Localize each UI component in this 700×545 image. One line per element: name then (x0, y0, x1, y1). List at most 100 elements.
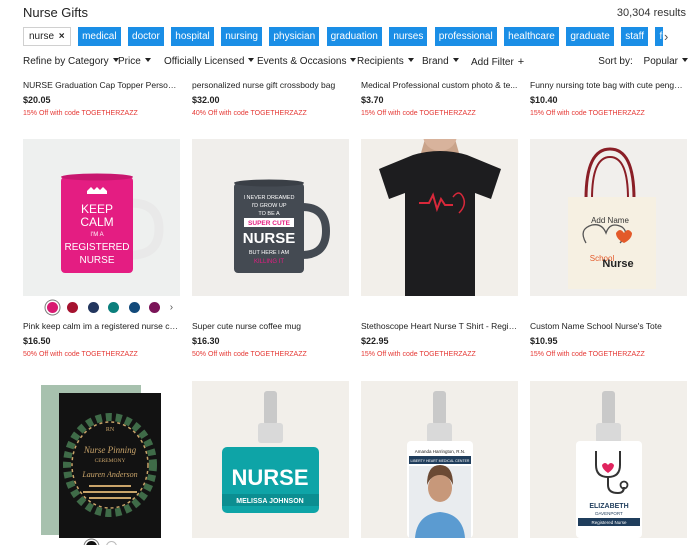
product-card[interactable]: Stethoscope Heart Nurse T Shirt - Regist… (361, 321, 518, 358)
mug-text: SUPER CUTE (248, 220, 291, 227)
filter-brand[interactable]: Brand (422, 56, 459, 67)
mug-text: CALM (80, 215, 113, 229)
product-image-tshirt[interactable] (361, 139, 518, 296)
tshirt-illustration (361, 139, 518, 296)
color-swatch[interactable] (108, 302, 120, 314)
badge-text: ELIZABETH (589, 503, 628, 510)
tag-chip[interactable]: medical (78, 27, 121, 46)
mug-text: NURSE (243, 230, 296, 247)
tag-chip[interactable]: professional (434, 27, 497, 46)
product-price: $10.95 (530, 336, 558, 346)
caret-down-icon (144, 58, 151, 62)
product-image-photo-badge[interactable]: Amanda Harrington, R.N. LIBERTY HEART ME… (361, 381, 518, 538)
promo-text: 15% Off with code TOGETHERZAZZ (530, 110, 645, 117)
tag-chip-bar: nurse × medical doctor hospital nursing … (23, 27, 663, 47)
color-swatch[interactable] (87, 302, 99, 314)
product-name[interactable]: NURSE Graduation Cap Topper Personal... (23, 80, 180, 92)
add-filter-button[interactable]: Add Filter + (471, 56, 524, 68)
filter-events[interactable]: Events & Occasions (257, 56, 357, 67)
product-name[interactable]: personalized nurse gift crossbody bag (192, 80, 349, 92)
badge-illustration: ELIZABETH DAVENPORT Registered Nurse (530, 381, 687, 538)
mug-text: REGISTERED (64, 242, 129, 253)
tag-chip[interactable]: physician (269, 27, 320, 46)
product-name[interactable]: Super cute nurse coffee mug (192, 321, 349, 333)
product-name[interactable]: Custom Name School Nurse's Tote (530, 321, 687, 333)
tag-chip[interactable]: doctor (128, 27, 164, 46)
promo-text: 40% Off with code TOGETHERZAZZ (192, 110, 307, 117)
plus-icon: + (517, 56, 525, 68)
tag-chip[interactable]: hospital (171, 27, 214, 46)
sort-label: Sort by: (598, 56, 633, 67)
tag-chip[interactable]: nurses (389, 27, 428, 46)
badge-illustration: Amanda Harrington, R.N. LIBERTY HEART ME… (361, 381, 518, 538)
tag-chip[interactable]: graduate (566, 27, 614, 46)
product-card[interactable]: Pink keep calm im a registered nurse co.… (23, 321, 180, 358)
product-image-grey-mug[interactable]: I NEVER DREAMED I'D GROW UP TO BE A SUPE… (192, 139, 349, 296)
color-swatch[interactable] (128, 302, 140, 314)
caret-down-icon (682, 58, 688, 62)
page-title: Nurse Gifts (23, 5, 89, 20)
caret-down-icon (407, 58, 414, 62)
product-price: $16.30 (192, 336, 220, 346)
promo-text: 50% Off with code TOGETHERZAZZ (23, 351, 138, 358)
promo-text: 15% Off with code TOGETHERZAZZ (361, 351, 476, 358)
color-swatch[interactable] (47, 302, 58, 314)
tag-chip[interactable]: graduation (326, 27, 382, 46)
mug-text: I'D GROW UP (252, 203, 287, 209)
product-name[interactable]: Medical Professional custom photo & te..… (361, 80, 518, 92)
tag-chip[interactable]: funny (655, 27, 663, 46)
mug-text: I'M A (90, 232, 103, 238)
product-image-nurse-badge[interactable]: NURSE MELISSA JOHNSON (192, 381, 349, 538)
product-card[interactable]: Medical Professional custom photo & te..… (361, 80, 518, 117)
badge-text: LIBERTY HEART MEDICAL CENTER (411, 459, 470, 463)
mug-text: TO BE A (258, 211, 280, 217)
tote-text: Add Name (591, 216, 629, 225)
mug-text: NURSE (79, 255, 114, 266)
tag-chip[interactable]: staff (621, 27, 648, 46)
product-name[interactable]: Pink keep calm im a registered nurse co.… (23, 321, 180, 333)
invitation-text: Nurse Pinning (83, 445, 137, 455)
results-count: 30,304 results (616, 7, 686, 19)
tag-chip[interactable]: healthcare (504, 27, 559, 46)
tag-chip[interactable]: nursing (221, 27, 262, 46)
chevron-right-icon[interactable]: › (170, 302, 173, 313)
product-image-invitation[interactable]: RN Nurse Pinning CEREMONY Lauren Anderso… (23, 381, 180, 538)
color-swatch[interactable] (86, 541, 97, 545)
close-icon[interactable]: × (59, 31, 65, 42)
product-card[interactable]: Super cute nurse coffee mug $16.30 50% O… (192, 321, 349, 358)
product-image-stethoscope-badge[interactable]: ELIZABETH DAVENPORT Registered Nurse (530, 381, 687, 538)
header: Nurse Gifts 30,304 results (0, 0, 700, 26)
color-swatches (86, 538, 122, 545)
sort-value: Popular (643, 56, 678, 67)
promo-text: 15% Off with code TOGETHERZAZZ (23, 110, 138, 117)
product-image-pink-mug[interactable]: KEEP CALM I'M A REGISTERED NURSE (23, 139, 180, 296)
tote-text: Nurse (602, 258, 633, 270)
color-swatch[interactable] (149, 302, 161, 314)
sort-control[interactable]: Sort by: Popular (598, 56, 688, 67)
filter-licensed[interactable]: Officially Licensed (164, 56, 255, 67)
invitation-text: Lauren Anderson (81, 470, 137, 479)
badge-text: DAVENPORT (595, 511, 623, 516)
active-search-chip[interactable]: nurse × (23, 27, 71, 46)
product-name[interactable]: Funny nursing tote bag with cute pengui.… (530, 80, 687, 92)
invitation-illustration: RN Nurse Pinning CEREMONY Lauren Anderso… (23, 381, 180, 538)
product-card[interactable]: NURSE Graduation Cap Topper Personal... … (23, 80, 180, 117)
color-swatch[interactable] (67, 302, 79, 314)
product-price: $22.95 (361, 336, 389, 346)
product-image-tote[interactable]: Add Name School Nurse (530, 139, 687, 296)
badge-illustration: NURSE MELISSA JOHNSON (192, 381, 349, 538)
filter-label: Price (118, 56, 141, 67)
badge-text: NURSE (231, 465, 308, 490)
product-card[interactable]: Custom Name School Nurse's Tote $10.95 1… (530, 321, 687, 358)
filter-recipients[interactable]: Recipients (357, 56, 414, 67)
chevron-right-icon[interactable]: › (664, 29, 668, 44)
promo-text: 15% Off with code TOGETHERZAZZ (361, 110, 476, 117)
product-card[interactable]: Funny nursing tote bag with cute pengui.… (530, 80, 687, 117)
color-swatch[interactable] (106, 541, 118, 545)
filter-price[interactable]: Price (118, 56, 151, 67)
mug-text: KEEP (81, 202, 113, 216)
product-card[interactable]: personalized nurse gift crossbody bag $3… (192, 80, 349, 117)
product-name[interactable]: Stethoscope Heart Nurse T Shirt - Regist… (361, 321, 518, 333)
filter-category[interactable]: Refine by Category (23, 56, 119, 67)
product-price: $10.40 (530, 95, 558, 105)
